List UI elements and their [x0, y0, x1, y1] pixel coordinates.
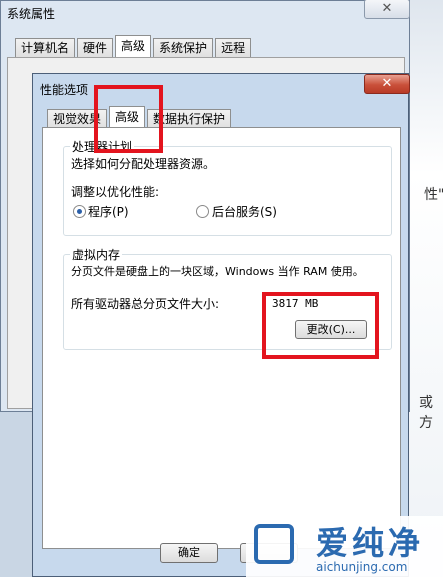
tab-visual-effects[interactable]: 视觉效果 [47, 109, 108, 128]
watermark-url: aichunjing.com [316, 560, 408, 574]
change-button[interactable]: 更改(C)... [295, 320, 367, 339]
group-title: 处理器计划 [70, 138, 135, 155]
tab-advanced[interactable]: 高级 [109, 106, 146, 128]
dialog-title: 系统属性 [7, 7, 56, 21]
ok-button[interactable]: 确定 [160, 543, 218, 563]
tab-hardware[interactable]: 硬件 [77, 38, 114, 57]
background-services-radio[interactable] [196, 205, 209, 218]
dialog-title: 性能选项 [40, 83, 89, 97]
group-title: 虚拟内存 [70, 246, 123, 263]
background-window [408, 0, 443, 577]
tab-advanced[interactable]: 高级 [115, 35, 152, 57]
performance-options-dialog: 性能选项 ✕ 视觉效果 高级 数据执行保护 处理器计划 选择如何分配处理器资源。… [32, 73, 410, 577]
adjust-label: 调整以优化性能: [71, 185, 160, 199]
background-services-radio-label[interactable]: 后台服务(S) [212, 203, 277, 220]
background-text: 性" [424, 187, 443, 203]
processor-scheduling-group: 处理器计划 选择如何分配处理器资源。 调整以优化性能: 程序(P) 后台服务(S… [63, 138, 392, 236]
tab-bar: 视觉效果 高级 数据执行保护 [47, 106, 233, 128]
tab-system-protection[interactable]: 系统保护 [153, 38, 214, 57]
watermark-logo-text: 爱纯净 [316, 524, 425, 562]
tab-bar: 计算机名 硬件 高级 系统保护 远程 [15, 35, 253, 57]
background-text: 或方 [419, 395, 433, 431]
tab-panel: 处理器计划 选择如何分配处理器资源。 调整以优化性能: 程序(P) 后台服务(S… [42, 127, 401, 549]
programs-radio-label[interactable]: 程序(P) [88, 203, 129, 220]
close-button[interactable]: ✕ [364, 74, 410, 94]
watermark: 爱纯净 aichunjing.com [246, 516, 443, 577]
virtual-memory-group: 虚拟内存 分页文件是硬盘上的一块区域，Windows 当作 RAM 使用。 所有… [63, 246, 392, 350]
group-description: 选择如何分配处理器资源。 [71, 157, 216, 171]
watermark-logo-icon [254, 524, 294, 564]
group-description: 分页文件是硬盘上的一块区域，Windows 当作 RAM 使用。 [71, 265, 364, 278]
tab-computer-name[interactable]: 计算机名 [15, 38, 76, 57]
paging-file-size-value: 3817 MB [272, 297, 319, 310]
tab-data-execution-prevention[interactable]: 数据执行保护 [147, 109, 232, 128]
tab-remote[interactable]: 远程 [215, 38, 252, 57]
close-button[interactable]: ✕ [364, 0, 410, 19]
paging-file-size-label: 所有驱动器总分页文件大小: [71, 297, 220, 311]
programs-radio[interactable] [73, 205, 86, 218]
